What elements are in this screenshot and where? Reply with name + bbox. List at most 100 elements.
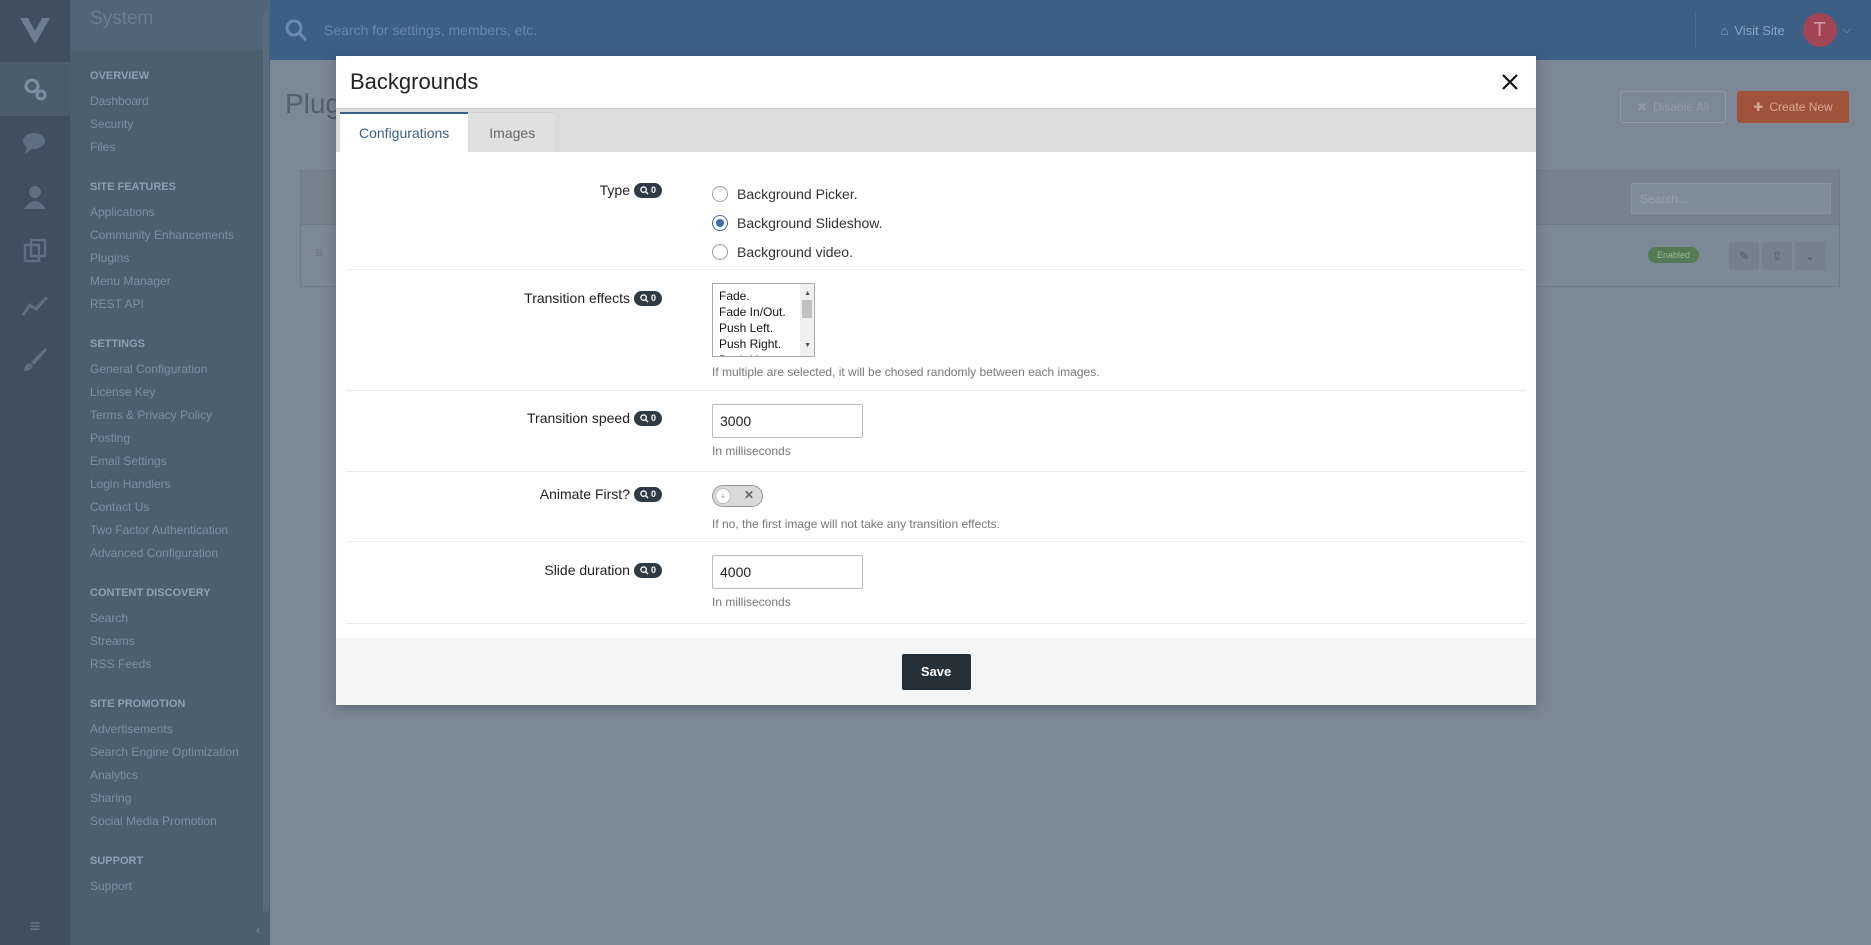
transition-speed-input[interactable]: 3000 xyxy=(712,404,863,438)
sidebar-item[interactable]: Files xyxy=(90,136,250,159)
sidebar-group-heading: Site Features xyxy=(90,181,176,193)
transition-effects-row: Transition effects 0 ▲ ▼ Fade. Fade In/Ou… xyxy=(346,270,1526,391)
radio-label: Background Slideshow. xyxy=(737,214,883,231)
sidebar-item[interactable]: Analytics xyxy=(90,764,250,787)
search-keywords-badge[interactable]: 0 xyxy=(633,410,662,426)
customization-brush-icon[interactable] xyxy=(0,332,70,386)
sidebar-item[interactable]: Email Settings xyxy=(90,450,250,473)
sidebar-group-heading: Overview xyxy=(90,70,150,82)
transition-speed-help: In milliseconds xyxy=(712,444,791,458)
sidebar-item[interactable]: Streams xyxy=(90,630,250,653)
edit-pencil-icon[interactable]: ✎ xyxy=(1729,242,1759,270)
scroll-up-icon[interactable]: ▲ xyxy=(804,286,811,302)
type-label: Type xyxy=(599,182,630,198)
transition-effects-label: Transition effects xyxy=(524,290,630,306)
sidebar-item[interactable]: Applications xyxy=(90,201,250,224)
search-keywords-badge[interactable]: 0 xyxy=(633,562,662,578)
status-badge: Enabled xyxy=(1648,247,1700,263)
type-row: Type 0 Background Picker. Background Slid… xyxy=(346,152,1526,270)
user-avatar[interactable]: T xyxy=(1802,13,1837,47)
sidebar-item[interactable]: Community Enhancements xyxy=(90,224,250,247)
search-icon xyxy=(640,489,649,499)
drag-handle-icon[interactable]: ≡ xyxy=(315,244,323,260)
type-label-group: Type 0 xyxy=(600,182,662,198)
tab-configurations[interactable]: Configurations xyxy=(340,112,469,152)
sidebar-item[interactable]: License Key xyxy=(90,381,250,404)
save-button[interactable]: Save xyxy=(901,653,971,690)
transition-speed-label-group: Transition speed 0 xyxy=(527,410,662,426)
system-gear-icon[interactable] xyxy=(0,62,70,116)
search-keywords-badge[interactable]: 0 xyxy=(633,182,662,198)
sidebar-section-title: System xyxy=(70,0,270,50)
transition-effects-help: If multiple are selected, it will be cho… xyxy=(712,365,1100,379)
sidebar-item[interactable]: Sharing xyxy=(90,787,250,810)
table-search-input[interactable]: Search... xyxy=(1631,183,1831,214)
search-keywords-badge[interactable]: 0 xyxy=(633,290,662,306)
sidebar-item[interactable]: Two Factor Authentication xyxy=(90,519,250,542)
sidebar-item[interactable]: Search Engine Optimization xyxy=(90,741,250,764)
app-logo-icon[interactable] xyxy=(0,0,70,62)
search-keywords-badge[interactable]: 0 xyxy=(633,486,662,502)
slide-duration-row: Slide duration 0 4000 In milliseconds xyxy=(346,542,1526,624)
sidebar-group: Settings General Configuration License Key… xyxy=(70,338,270,565)
radio-button[interactable] xyxy=(712,214,728,231)
radio-label: Background Picker. xyxy=(737,185,858,202)
sidebar-item[interactable]: Advanced Configuration xyxy=(90,542,250,565)
sidebar-item[interactable]: Dashboard xyxy=(90,90,250,113)
radio-button[interactable] xyxy=(712,185,728,202)
sidebar-item[interactable]: Security xyxy=(90,113,250,136)
transition-speed-row: Transition speed 0 3000 In milliseconds xyxy=(346,391,1526,472)
sidebar-item[interactable]: Terms & Privacy Policy xyxy=(90,404,250,427)
sidebar-item[interactable]: Support xyxy=(90,875,250,898)
chevron-down-icon[interactable]: ⌵ xyxy=(1843,24,1851,37)
type-radio-group: Background Picker. Background Slideshow. B… xyxy=(712,152,1526,266)
transition-effects-listbox[interactable]: ▲ ▼ Fade. Fade In/Out. Push Left. Push Righ… xyxy=(712,283,815,357)
sidebar-item[interactable]: Posting xyxy=(90,427,250,450)
sidebar-group-heading: Site Promotion xyxy=(90,698,186,710)
icon-nav-bar: ≡ xyxy=(0,0,70,945)
visit-site-link[interactable]: ⌂ Visit Site xyxy=(1696,23,1802,38)
modal-header: Backgrounds xyxy=(336,56,1536,108)
sidebar-item[interactable]: Contact Us xyxy=(90,496,250,519)
content-pages-icon[interactable] xyxy=(0,224,70,278)
sidebar-item[interactable]: Social Media Promotion xyxy=(90,810,250,833)
transition-speed-label: Transition speed xyxy=(527,410,630,426)
animate-first-label: Animate First? xyxy=(539,486,630,502)
animate-first-toggle[interactable]: ≡ ✕ xyxy=(712,485,763,507)
sidebar-item[interactable]: Menu Manager xyxy=(90,270,250,293)
sidebar-item[interactable]: Plugins xyxy=(90,247,250,270)
sidebar-item[interactable]: RSS Feeds xyxy=(90,653,250,676)
transition-effects-label-group: Transition effects 0 xyxy=(524,290,662,306)
sidebar-group-heading: Content Discovery xyxy=(90,587,211,599)
close-icon: ✖ xyxy=(1636,100,1648,114)
sidebar-item[interactable]: Advertisements xyxy=(90,718,250,741)
scroll-down-icon[interactable]: ▼ xyxy=(804,338,811,354)
community-chat-icon[interactable] xyxy=(0,116,70,170)
menu-toggle-icon[interactable]: ≡ xyxy=(0,916,70,937)
slide-duration-input[interactable]: 4000 xyxy=(712,555,863,589)
sidebar-group: Support Support xyxy=(70,855,270,898)
close-icon[interactable] xyxy=(1498,70,1522,94)
upload-icon[interactable]: ⇧ xyxy=(1762,242,1792,270)
collapse-sidebar-icon[interactable]: ‹ xyxy=(256,923,260,937)
statistics-chart-icon[interactable] xyxy=(0,278,70,332)
sidebar-item[interactable]: Login Handlers xyxy=(90,473,250,496)
create-new-button[interactable]: ✚ Create New xyxy=(1737,91,1849,123)
listbox-scroll-thumb[interactable] xyxy=(802,300,812,318)
sidebar-item[interactable]: Search xyxy=(90,607,250,630)
type-radio-option[interactable]: Background video. xyxy=(712,237,1526,266)
sidebar-item[interactable]: General Configuration xyxy=(90,358,250,381)
sidebar-item[interactable]: REST API xyxy=(90,293,250,316)
radio-button[interactable] xyxy=(712,243,728,260)
global-search-input[interactable]: Search for settings, members, etc. xyxy=(324,22,1695,38)
tab-images[interactable]: Images xyxy=(470,112,555,152)
members-user-icon[interactable] xyxy=(0,170,70,224)
modal-footer: Save xyxy=(336,638,1536,705)
sidebar-scrollbar[interactable] xyxy=(263,12,269,912)
chevron-down-icon[interactable]: ⌄ xyxy=(1795,242,1825,270)
disable-all-button[interactable]: ✖ Disable All xyxy=(1620,91,1726,123)
search-icon xyxy=(640,185,649,195)
type-radio-option[interactable]: Background Slideshow. xyxy=(712,208,1526,237)
type-radio-option[interactable]: Background Picker. xyxy=(712,179,1526,208)
plus-icon: ✚ xyxy=(1753,100,1764,114)
